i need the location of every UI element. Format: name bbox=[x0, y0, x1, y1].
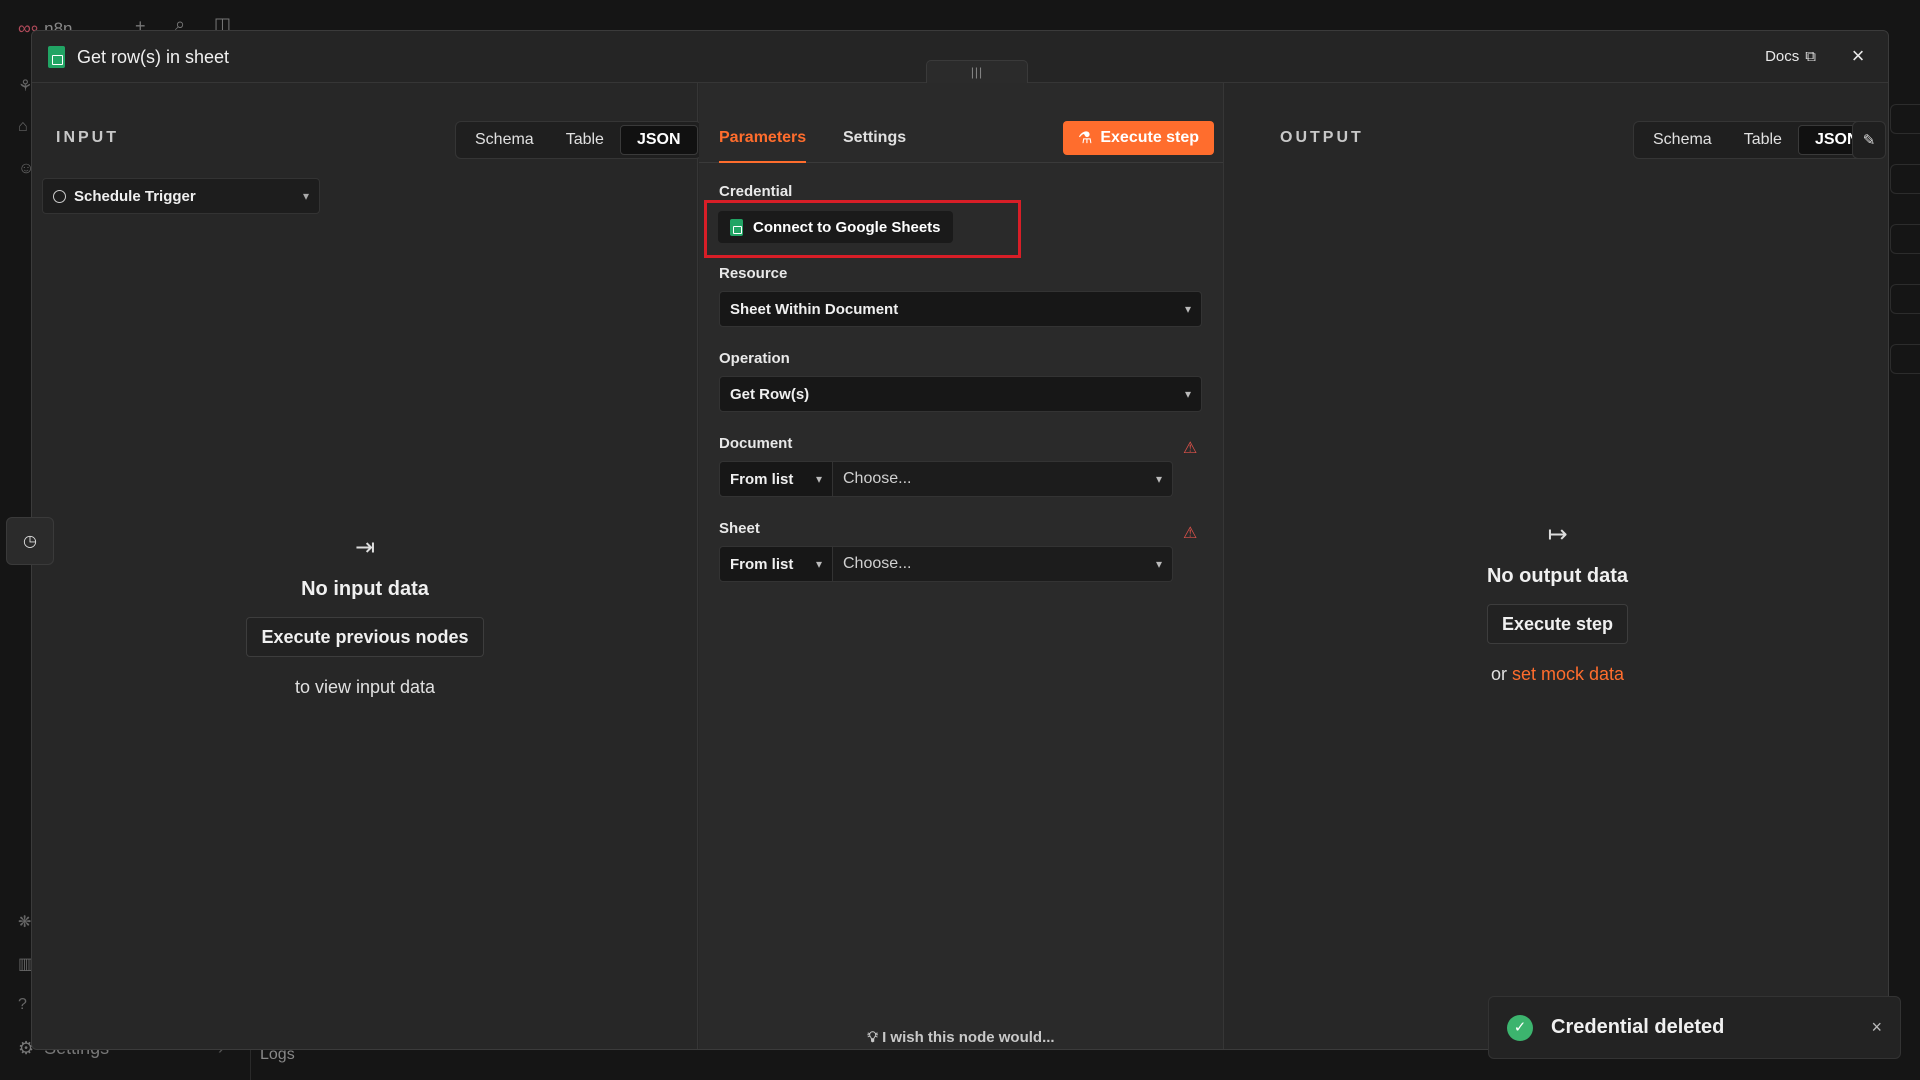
sheet-warning-icon: ⚠ bbox=[1183, 525, 1198, 542]
input-view-schema[interactable]: Schema bbox=[459, 125, 550, 155]
sheet-mode-select[interactable]: From list ▾ bbox=[719, 546, 833, 582]
operation-select[interactable]: Get Row(s) ▾ bbox=[719, 376, 1202, 412]
document-mode-value: From list bbox=[730, 470, 794, 488]
input-label: INPUT bbox=[56, 129, 119, 146]
modal-title: Get row(s) in sheet bbox=[48, 46, 229, 68]
output-panel: OUTPUT Schema Table JSON ✎ ↦ No output d… bbox=[1225, 83, 1888, 1049]
input-panel: INPUT Schema Table JSON Schedule Trigger… bbox=[32, 83, 702, 1049]
canvas-control[interactable] bbox=[1890, 224, 1920, 254]
google-sheets-icon bbox=[48, 46, 65, 68]
input-hint: to view input data bbox=[294, 677, 436, 697]
output-label: OUTPUT bbox=[1280, 129, 1364, 146]
output-view-switcher: Schema Table JSON bbox=[1633, 121, 1880, 159]
external-link-icon: ⧉ bbox=[1805, 48, 1816, 65]
chevron-down-icon: ▾ bbox=[815, 557, 822, 571]
pencil-icon: ✎ bbox=[1862, 132, 1876, 149]
tab-settings[interactable]: Settings bbox=[843, 121, 906, 163]
document-field: From list ▾ Choose... ▾ bbox=[719, 461, 1173, 497]
input-node-select[interactable]: Schedule Trigger ▾ bbox=[42, 178, 320, 214]
google-sheets-icon bbox=[730, 218, 743, 236]
sheet-label: Sheet bbox=[719, 520, 760, 537]
input-empty-title: No input data bbox=[301, 578, 429, 600]
docs-link[interactable]: Docs ⧉ bbox=[1765, 48, 1816, 65]
mock-data-line: or set mock data bbox=[1225, 664, 1888, 685]
chevron-down-icon: ▾ bbox=[1184, 302, 1191, 316]
output-empty-title: No output data bbox=[1486, 565, 1629, 587]
arrow-to-right-bar-icon: ⇥ bbox=[354, 534, 376, 561]
chevron-down-icon: ▾ bbox=[815, 472, 822, 486]
sheet-field: From list ▾ Choose... ▾ bbox=[719, 546, 1173, 582]
chevron-down-icon: ▾ bbox=[1184, 387, 1191, 401]
logs-divider bbox=[250, 1049, 251, 1080]
clock-icon bbox=[53, 189, 66, 203]
chevron-down-icon: ▾ bbox=[302, 189, 309, 203]
resource-value: Sheet Within Document bbox=[730, 300, 899, 318]
chevron-down-icon: ▾ bbox=[1155, 472, 1162, 486]
document-select[interactable]: Choose... ▾ bbox=[833, 461, 1173, 497]
input-view-json[interactable]: JSON bbox=[619, 125, 698, 155]
canvas-control[interactable] bbox=[1890, 164, 1920, 194]
sheet-select[interactable]: Choose... ▾ bbox=[833, 546, 1173, 582]
execute-step-button[interactable]: ⚗ Execute step bbox=[1063, 121, 1215, 155]
lightbulb-icon: 💡︎ bbox=[867, 1029, 878, 1046]
resource-select[interactable]: Sheet Within Document ▾ bbox=[719, 291, 1202, 327]
app-topbar bbox=[0, 0, 1920, 30]
execute-step-label: Execute step bbox=[1100, 129, 1200, 146]
document-label: Document bbox=[719, 435, 793, 452]
execute-previous-nodes-button[interactable]: Execute previous nodes bbox=[246, 617, 484, 657]
or-text: or bbox=[1490, 664, 1507, 684]
input-empty-state: ⇥ No input data Execute previous nodes t… bbox=[32, 533, 698, 698]
parameters-panel: Parameters Settings ⚗ Execute step Crede… bbox=[699, 83, 1224, 1049]
home-icon[interactable]: ⌂ bbox=[18, 118, 28, 136]
node-title[interactable]: Get row(s) in sheet bbox=[77, 47, 229, 68]
close-icon[interactable]: × bbox=[1844, 43, 1872, 71]
operation-label: Operation bbox=[719, 350, 790, 367]
templates-icon[interactable]: ❋ bbox=[18, 912, 31, 932]
resource-label: Resource bbox=[719, 265, 788, 282]
credential-label: Credential bbox=[719, 183, 793, 200]
output-execute-step-button[interactable]: Execute step bbox=[1486, 604, 1629, 644]
document-placeholder: Choose... bbox=[843, 470, 912, 487]
canvas-control[interactable] bbox=[1890, 284, 1920, 314]
sheet-placeholder: Choose... bbox=[843, 555, 912, 572]
set-mock-data-link[interactable]: set mock data bbox=[1512, 664, 1624, 684]
docs-label: Docs bbox=[1765, 48, 1800, 65]
canvas-control[interactable] bbox=[1890, 104, 1920, 134]
toast-notification: ✓ Credential deleted × bbox=[1488, 996, 1901, 1059]
operation-value: Get Row(s) bbox=[730, 385, 810, 403]
chevron-down-icon: ▾ bbox=[1155, 557, 1162, 571]
output-empty-state: ↦ No output data Execute step or set moc… bbox=[1225, 520, 1888, 685]
panel-drag-handle[interactable]: ||| bbox=[926, 60, 1028, 84]
output-view-table[interactable]: Table bbox=[1728, 125, 1798, 155]
toast-message: Credential deleted bbox=[1551, 1016, 1725, 1038]
close-toast-icon[interactable]: × bbox=[1871, 1017, 1882, 1038]
output-view-schema[interactable]: Schema bbox=[1637, 125, 1728, 155]
connect-google-sheets-button[interactable]: Connect to Google Sheets bbox=[718, 211, 953, 243]
history-button[interactable]: ◷ bbox=[6, 517, 54, 565]
feedback-text: I wish this node would... bbox=[882, 1029, 1055, 1046]
node-details-modal: Get row(s) in sheet Docs ⧉ × ||| INPUT S… bbox=[31, 30, 1889, 1050]
arrow-from-bar-icon: ↦ bbox=[1547, 521, 1568, 548]
input-node-name: Schedule Trigger bbox=[74, 187, 196, 205]
connect-label: Connect to Google Sheets bbox=[753, 218, 941, 236]
document-mode-select[interactable]: From list ▾ bbox=[719, 461, 833, 497]
feedback-link[interactable]: 💡︎ I wish this node would... bbox=[699, 1029, 1223, 1046]
canvas-control[interactable] bbox=[1890, 344, 1920, 374]
history-icon: ◷ bbox=[23, 533, 37, 550]
input-view-table[interactable]: Table bbox=[550, 125, 620, 155]
tab-parameters[interactable]: Parameters bbox=[719, 121, 807, 163]
document-warning-icon: ⚠ bbox=[1183, 440, 1198, 457]
flask-icon: ⚗ bbox=[1078, 130, 1093, 147]
check-circle-icon: ✓ bbox=[1507, 1014, 1533, 1041]
sheet-mode-value: From list bbox=[730, 555, 794, 573]
edit-output-button[interactable]: ✎ bbox=[1852, 121, 1886, 159]
input-view-switcher: Schema Table JSON bbox=[455, 121, 702, 159]
help-icon[interactable]: ? bbox=[18, 996, 27, 1014]
